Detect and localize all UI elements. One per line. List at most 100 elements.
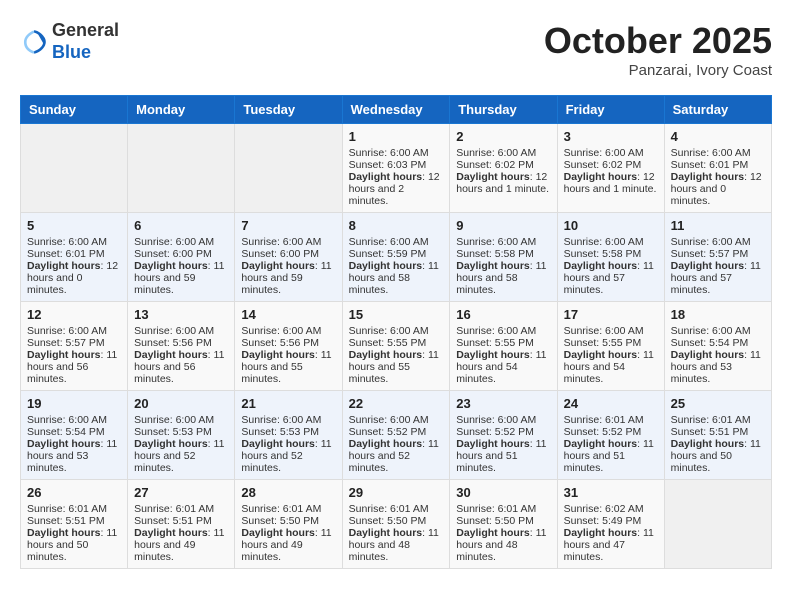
day-number: 27 — [134, 485, 228, 500]
daylight-info: Daylight hours: 12 hours and 2 minutes. — [349, 171, 444, 207]
sun-info: Sunrise: 6:00 AM — [456, 236, 550, 248]
daylight-info: Daylight hours: 11 hours and 59 minutes. — [241, 260, 335, 296]
sun-info: Sunrise: 6:00 AM — [134, 236, 228, 248]
sun-info: Sunrise: 6:00 AM — [134, 325, 228, 337]
day-number: 31 — [564, 485, 658, 500]
day-cell: 31Sunrise: 6:02 AMSunset: 5:49 PMDayligh… — [557, 480, 664, 569]
weekday-header-sunday: Sunday — [21, 96, 128, 124]
sun-info: Sunrise: 6:00 AM — [564, 236, 658, 248]
sun-info: Sunrise: 6:01 AM — [241, 503, 335, 515]
daylight-info: Daylight hours: 11 hours and 54 minutes. — [564, 349, 658, 385]
sun-info: Sunset: 5:52 PM — [349, 426, 444, 438]
day-cell: 12Sunrise: 6:00 AMSunset: 5:57 PMDayligh… — [21, 302, 128, 391]
day-number: 26 — [27, 485, 121, 500]
day-cell: 29Sunrise: 6:01 AMSunset: 5:50 PMDayligh… — [342, 480, 450, 569]
sun-info: Sunset: 5:55 PM — [456, 337, 550, 349]
sun-info: Sunrise: 6:00 AM — [134, 414, 228, 426]
day-cell: 11Sunrise: 6:00 AMSunset: 5:57 PMDayligh… — [664, 213, 771, 302]
logo-icon — [20, 28, 48, 56]
day-number: 15 — [349, 307, 444, 322]
day-cell: 26Sunrise: 6:01 AMSunset: 5:51 PMDayligh… — [21, 480, 128, 569]
daylight-info: Daylight hours: 11 hours and 53 minutes. — [671, 349, 765, 385]
day-cell: 10Sunrise: 6:00 AMSunset: 5:58 PMDayligh… — [557, 213, 664, 302]
day-cell: 9Sunrise: 6:00 AMSunset: 5:58 PMDaylight… — [450, 213, 557, 302]
sun-info: Sunset: 5:59 PM — [349, 248, 444, 260]
day-cell — [235, 124, 342, 213]
sun-info: Sunset: 5:56 PM — [241, 337, 335, 349]
day-cell: 17 Sunrise: 6:00 AMSunset: 5:55 PMDayligh… — [557, 302, 664, 391]
daylight-info: Daylight hours: 12 hours and 1 minute. — [564, 171, 658, 195]
daylight-info: Daylight hours: 11 hours and 52 minutes. — [349, 438, 444, 474]
daylight-info: Daylight hours: 12 hours and 0 minutes. — [671, 171, 765, 207]
daylight-info: Daylight hours: 11 hours and 56 minutes. — [134, 349, 228, 385]
day-number: 17 — [564, 307, 658, 322]
logo: General Blue — [20, 20, 119, 63]
daylight-info: Daylight hours: 11 hours and 54 minutes. — [456, 349, 550, 385]
daylight-info: Daylight hours: 11 hours and 58 minutes. — [456, 260, 550, 296]
sun-info: Sunset: 5:54 PM — [27, 426, 121, 438]
sun-info: Sunrise: 6:00 AM — [241, 414, 335, 426]
sun-info: Sunrise: 6:00 AM — [671, 236, 765, 248]
sun-info: Sunset: 5:52 PM — [564, 426, 658, 438]
day-cell: 30Sunrise: 6:01 AMSunset: 5:50 PMDayligh… — [450, 480, 557, 569]
sun-info: Sunrise: 6:00 AM — [241, 325, 335, 337]
sun-info: Sunrise: 6:00 AM — [241, 236, 335, 248]
title-block: October 2025 Panzarai, Ivory Coast — [544, 20, 772, 79]
day-cell — [128, 124, 235, 213]
sun-info: Sunrise: 6:01 AM — [456, 503, 550, 515]
day-cell: 7Sunrise: 6:00 AMSunset: 6:00 PMDaylight… — [235, 213, 342, 302]
sun-info: Sunset: 5:55 PM — [564, 337, 658, 349]
weekday-header-monday: Monday — [128, 96, 235, 124]
sun-info: Sunrise: 6:00 AM — [349, 236, 444, 248]
daylight-info: Daylight hours: 11 hours and 48 minutes. — [349, 527, 444, 563]
daylight-info: Daylight hours: 11 hours and 51 minutes. — [564, 438, 658, 474]
daylight-info: Daylight hours: 11 hours and 52 minutes. — [134, 438, 228, 474]
daylight-info: Daylight hours: 12 hours and 1 minute. — [456, 171, 550, 195]
day-cell: 24Sunrise: 6:01 AMSunset: 5:52 PMDayligh… — [557, 391, 664, 480]
day-number: 1 — [349, 129, 444, 144]
daylight-info: Daylight hours: 11 hours and 59 minutes. — [134, 260, 228, 296]
day-cell: 14Sunrise: 6:00 AMSunset: 5:56 PMDayligh… — [235, 302, 342, 391]
day-cell: 28Sunrise: 6:01 AMSunset: 5:50 PMDayligh… — [235, 480, 342, 569]
day-number: 28 — [241, 485, 335, 500]
sun-info: Sunset: 5:53 PM — [241, 426, 335, 438]
daylight-info: Daylight hours: 11 hours and 49 minutes. — [241, 527, 335, 563]
day-cell: 25Sunrise: 6:01 AMSunset: 5:51 PMDayligh… — [664, 391, 771, 480]
daylight-info: Daylight hours: 12 hours and 0 minutes. — [27, 260, 121, 296]
month-title: October 2025 — [544, 20, 772, 62]
sun-info: Sunrise: 6:00 AM — [671, 147, 765, 159]
day-cell: 13Sunrise: 6:00 AMSunset: 5:56 PMDayligh… — [128, 302, 235, 391]
day-number: 11 — [671, 218, 765, 233]
day-number: 21 — [241, 396, 335, 411]
week-row-3: 12Sunrise: 6:00 AMSunset: 5:57 PMDayligh… — [21, 302, 772, 391]
sun-info: Sunrise: 6:00 AM — [456, 147, 550, 159]
daylight-info: Daylight hours: 11 hours and 51 minutes. — [456, 438, 550, 474]
day-cell: 20Sunrise: 6:00 AMSunset: 5:53 PMDayligh… — [128, 391, 235, 480]
day-number: 24 — [564, 396, 658, 411]
weekday-header-tuesday: Tuesday — [235, 96, 342, 124]
sun-info: Sunrise: 6:00 AM — [564, 325, 658, 337]
day-cell: 8Sunrise: 6:00 AMSunset: 5:59 PMDaylight… — [342, 213, 450, 302]
day-cell: 1Sunrise: 6:00 AMSunset: 6:03 PMDaylight… — [342, 124, 450, 213]
sun-info: Sunset: 5:55 PM — [349, 337, 444, 349]
day-number: 20 — [134, 396, 228, 411]
daylight-info: Daylight hours: 11 hours and 52 minutes. — [241, 438, 335, 474]
sun-info: Sunset: 6:01 PM — [27, 248, 121, 260]
daylight-info: Daylight hours: 11 hours and 56 minutes. — [27, 349, 121, 385]
daylight-info: Daylight hours: 11 hours and 50 minutes. — [27, 527, 121, 563]
day-number: 29 — [349, 485, 444, 500]
weekday-header-friday: Friday — [557, 96, 664, 124]
day-number: 2 — [456, 129, 550, 144]
sun-info: Sunset: 5:56 PM — [134, 337, 228, 349]
sun-info: Sunrise: 6:01 AM — [27, 503, 121, 515]
daylight-info: Daylight hours: 11 hours and 49 minutes. — [134, 527, 228, 563]
day-cell: 19Sunrise: 6:00 AMSunset: 5:54 PMDayligh… — [21, 391, 128, 480]
day-number: 19 — [27, 396, 121, 411]
sun-info: Sunrise: 6:00 AM — [349, 325, 444, 337]
day-number: 30 — [456, 485, 550, 500]
day-cell: 15Sunrise: 6:00 AMSunset: 5:55 PMDayligh… — [342, 302, 450, 391]
day-cell: 21 Sunrise: 6:00 AMSunset: 5:53 PMDayligh… — [235, 391, 342, 480]
day-cell: 5Sunrise: 6:00 AMSunset: 6:01 PMDaylight… — [21, 213, 128, 302]
daylight-info: Daylight hours: 11 hours and 50 minutes. — [671, 438, 765, 474]
week-row-2: 5Sunrise: 6:00 AMSunset: 6:01 PMDaylight… — [21, 213, 772, 302]
